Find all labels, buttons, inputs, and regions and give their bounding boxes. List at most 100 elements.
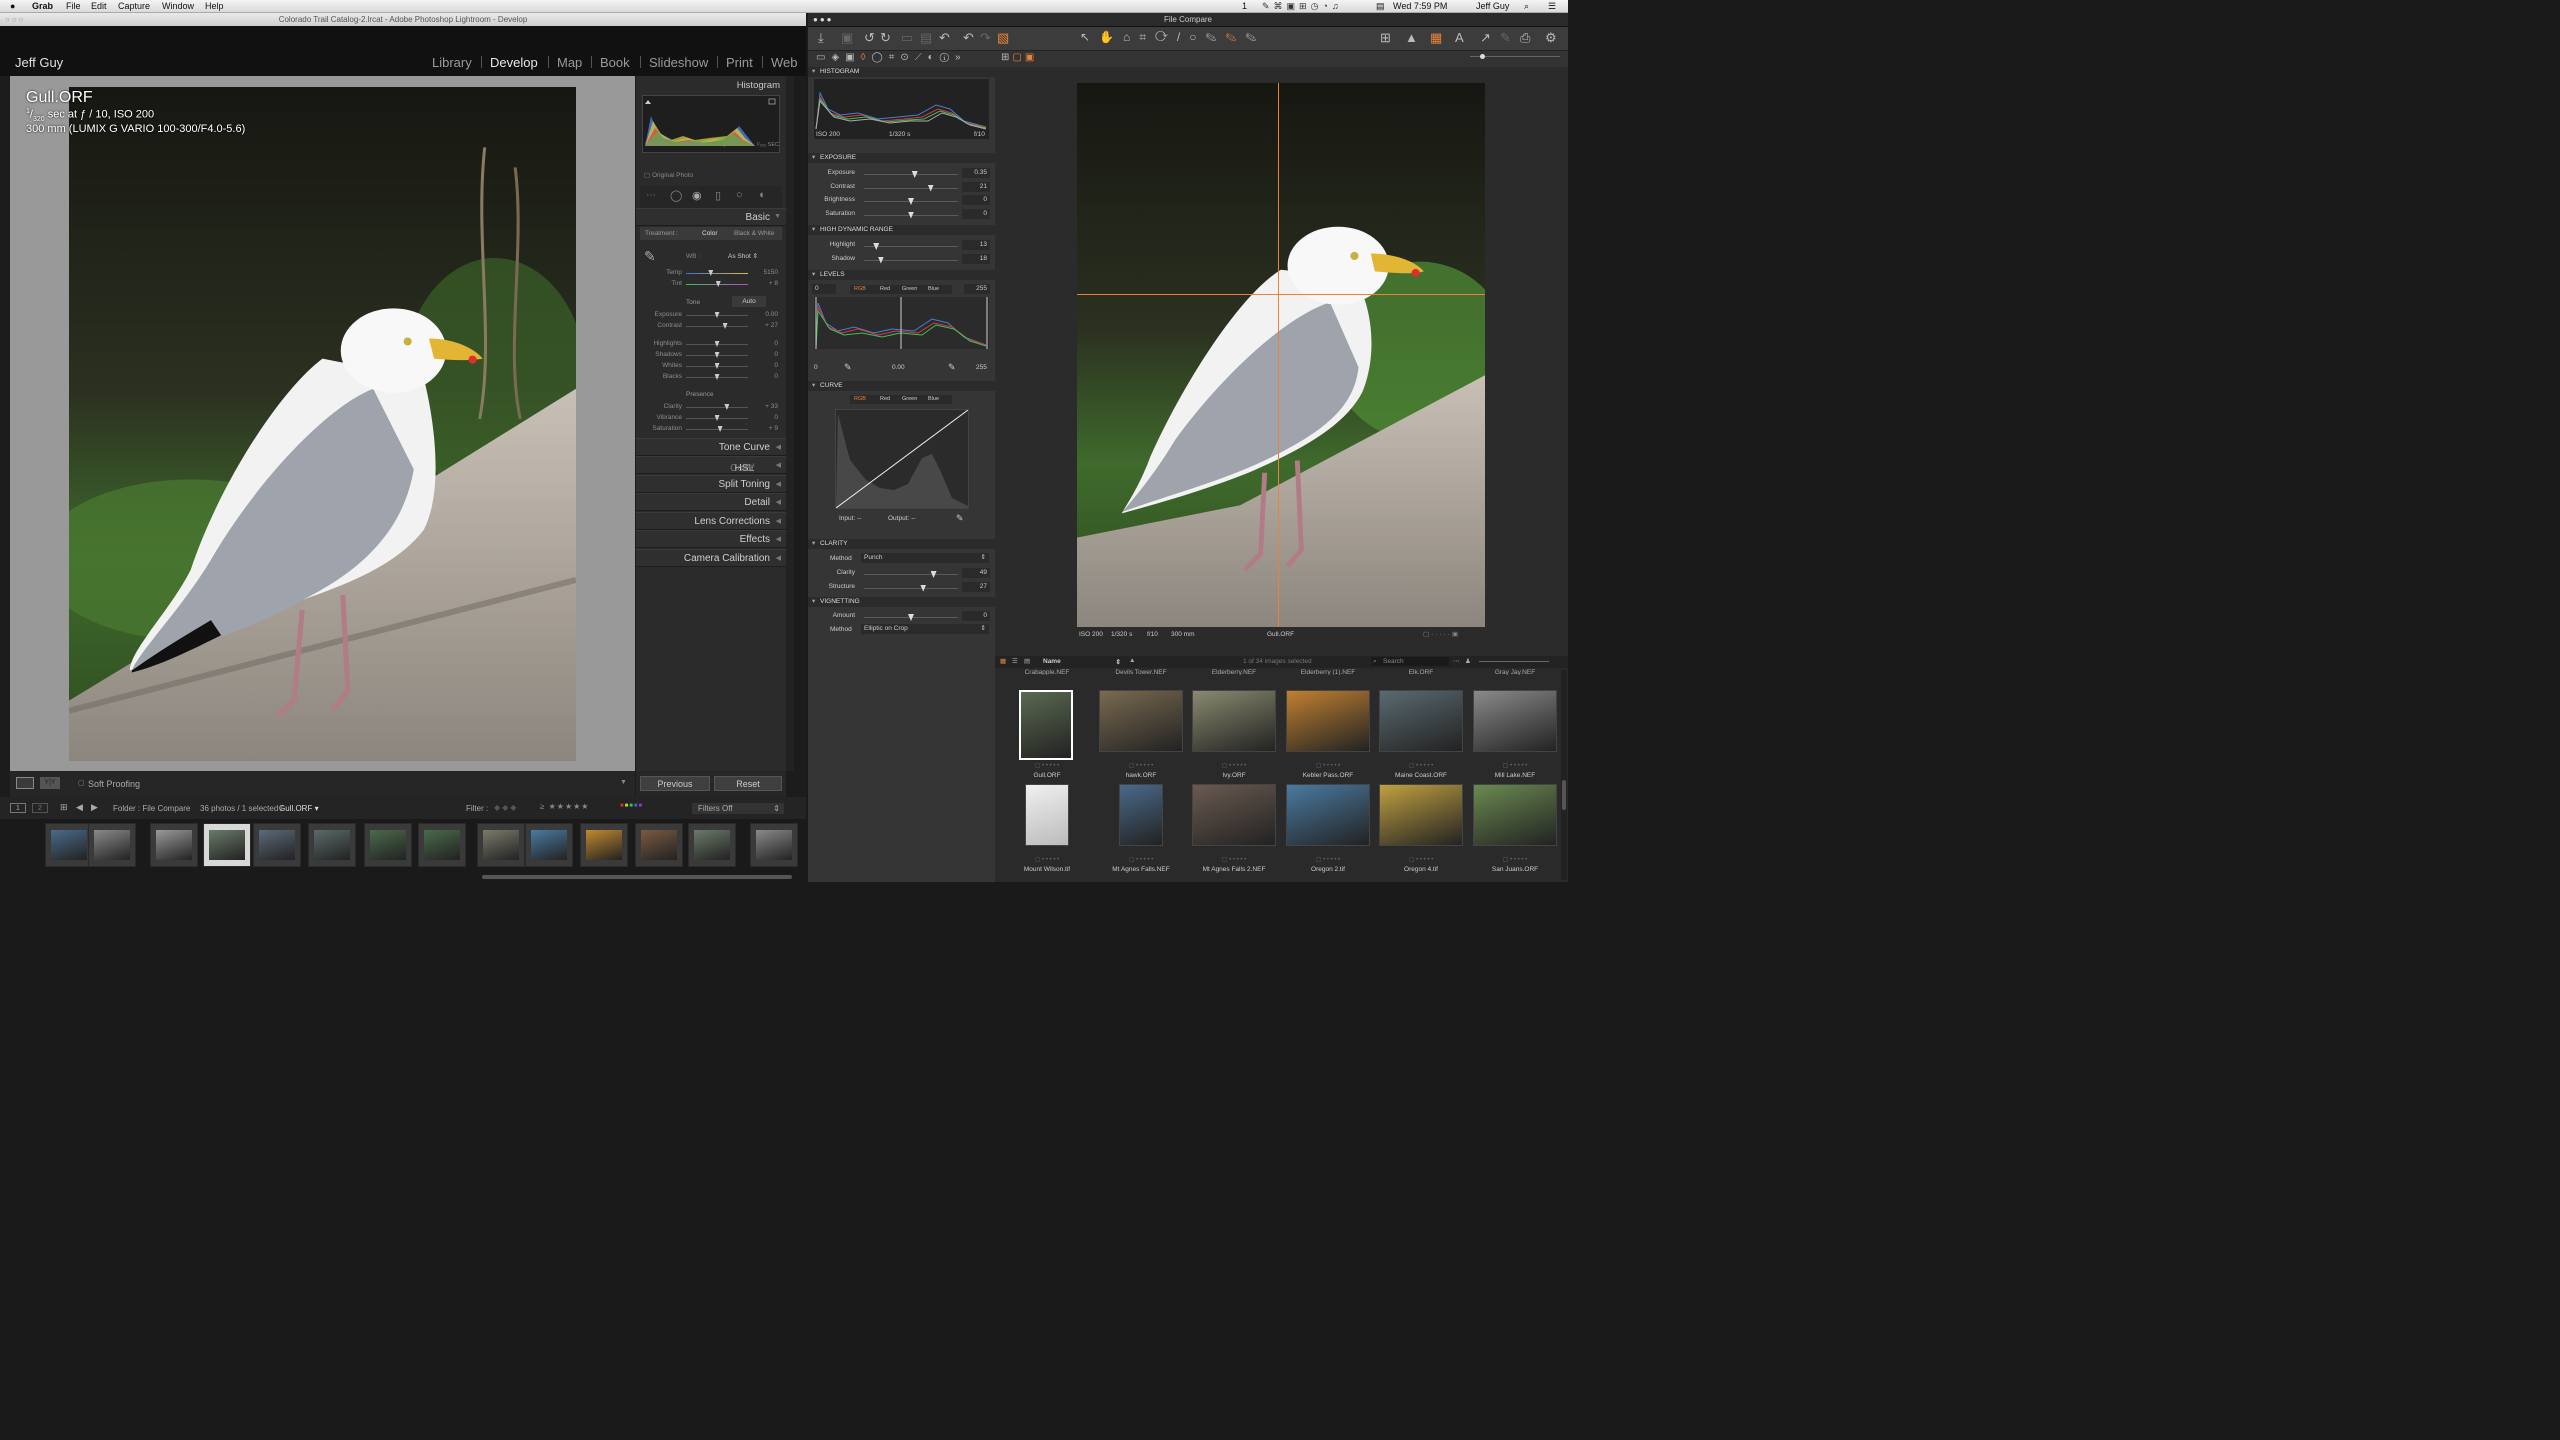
window-controls[interactable]: ●●● <box>813 13 834 27</box>
flag-icon[interactable]: ▤ <box>1376 0 1385 13</box>
filmstrip-thumbnail[interactable] <box>688 823 736 867</box>
browser-thumbnail[interactable]: ▢ • • • • • Mill Lake.NEF <box>1469 690 1561 782</box>
filmstrip-thumbnail[interactable] <box>150 823 198 867</box>
levels-input-low[interactable]: 0 <box>812 284 836 294</box>
filmstrip-thumbnail[interactable] <box>525 823 573 867</box>
browser-thumbnail[interactable]: ▢ • • • • • Ivy.ORF <box>1188 690 1280 782</box>
wb-dropdown[interactable]: As Shot ⇕ <box>728 252 758 260</box>
basic-panel-header[interactable]: Basic ▼ <box>636 208 786 226</box>
status-icons[interactable]: ✎⌘▣⊞◷◔♫ <box>1262 0 1343 13</box>
black-picker-icon[interactable]: ✎ <box>844 362 852 373</box>
co-structure-slider[interactable]: Structure 27 <box>808 581 995 593</box>
levels-midpoint[interactable]: 0.00 <box>892 364 905 371</box>
filmstrip-thumbnail[interactable] <box>45 823 93 867</box>
browser-thumbnail[interactable]: ▢ • • • • • San Juans.ORF <box>1469 784 1561 876</box>
original-photo-toggle[interactable]: ▢ Original Photo <box>644 171 693 179</box>
module-print[interactable]: Print <box>726 55 753 70</box>
red-eye-icon[interactable]: ◉ <box>692 189 702 202</box>
filmstrip-thumbnail[interactable] <box>308 823 356 867</box>
tone-curve-panel[interactable]: Tone Curve ◀ <box>636 438 786 456</box>
export-icon[interactable]: ↗ <box>1480 30 1491 46</box>
exposure-slider[interactable]: Exposure 0.00 <box>636 310 786 321</box>
clarity-header[interactable]: CLARITY <box>808 539 995 549</box>
auto-tone-button[interactable]: Auto <box>732 296 766 307</box>
text-icon[interactable]: A <box>1455 30 1464 45</box>
layout-icon[interactable]: ⊞ <box>1380 30 1391 46</box>
menu-help[interactable]: Help <box>205 0 224 13</box>
grid-view-icon[interactable]: ⊞ <box>60 802 68 813</box>
notification-icon[interactable]: ☰ <box>1548 0 1556 13</box>
browser-thumbnail[interactable]: ▢ • • • • • Mt Agnes Falls.NEF <box>1095 784 1187 876</box>
lens-corrections-panel[interactable]: Lens Corrections ◀ <box>636 512 786 530</box>
sort-direction-icon[interactable]: ▲ <box>1129 657 1135 664</box>
vignetting-amount-slider[interactable]: Amount 0 <box>808 610 995 622</box>
filmstrip-thumbnail[interactable] <box>580 823 628 867</box>
menubar-clock[interactable]: Wed 7:59 PM <box>1393 0 1447 13</box>
saturation-slider[interactable]: Saturation + 9 <box>636 424 786 435</box>
temp-slider[interactable]: Temp 5150 <box>636 268 786 279</box>
soft-proofing-checkbox[interactable]: ▢ <box>78 779 85 787</box>
thumbnail-rating[interactable]: ▢ • • • • • <box>1375 856 1467 863</box>
browser-thumbnail[interactable]: ▢ • • • • • Gull.ORF <box>1001 690 1093 782</box>
co-exposure-slider[interactable]: Exposure 0.35 <box>808 167 995 179</box>
selected-file[interactable]: Gull.ORF ▾ <box>279 804 319 813</box>
browser-options-icon[interactable]: ⋯ <box>1453 657 1460 665</box>
treatment-color[interactable]: Color <box>702 230 718 237</box>
page-2-button[interactable]: 2 <box>32 803 48 813</box>
page-1-button[interactable]: 1 <box>10 803 26 813</box>
levels-channel-tabs[interactable]: RGB Red Green Blue <box>850 285 952 294</box>
levels-histogram[interactable] <box>814 297 989 349</box>
co-saturation-slider[interactable]: Saturation 0 <box>808 208 995 220</box>
thumbnail-rating[interactable]: ▢ • • • • • <box>1469 856 1561 863</box>
menu-file[interactable]: File <box>66 0 81 13</box>
print-icon[interactable]: ⎙ <box>1520 30 1530 46</box>
browser-list-icon[interactable]: ☰ <box>1012 657 1018 665</box>
detail-panel[interactable]: Detail ◀ <box>636 493 786 511</box>
reset-button[interactable]: Reset <box>714 776 782 791</box>
thumbnail-rating[interactable]: ▢ • • • • • <box>1188 762 1280 769</box>
rotate-left-icon[interactable]: ↺ <box>864 30 875 46</box>
rating-filter[interactable]: ≥ ★★★★★ <box>540 802 589 811</box>
wb-selector-icon[interactable]: ✎ <box>644 248 656 265</box>
browser-search[interactable]: ⌕ Search <box>1371 657 1449 666</box>
thumbnail-rating[interactable]: ▢ • • • • • <box>1282 762 1374 769</box>
browser-thumbnail[interactable]: ▢ • • • • • Mt Agnes Falls 2.NEF <box>1188 784 1280 876</box>
clarity-slider[interactable]: Clarity + 33 <box>636 402 786 413</box>
edit-icon[interactable]: ✎ <box>1500 30 1511 46</box>
import-icon[interactable]: ⤓ <box>818 30 824 46</box>
effects-panel[interactable]: Effects ◀ <box>636 530 786 548</box>
gull-photo-viewer[interactable] <box>1077 83 1485 627</box>
radial-filter-icon[interactable]: ○ <box>736 189 743 201</box>
thumbnail-rating[interactable]: ▢ • • • • • <box>1469 762 1561 769</box>
browser-size-slider[interactable] <box>1479 661 1549 662</box>
vignetting-header[interactable]: VIGNETTING <box>808 597 995 607</box>
thumbnail-rating[interactable]: ▢ • • • • • <box>1375 762 1467 769</box>
co-shadow-slider[interactable]: Shadow 18 <box>808 253 995 265</box>
thumbnail-rating[interactable]: ▢ • • • • • <box>1001 856 1093 863</box>
treatment-bw[interactable]: Black & White <box>734 230 774 237</box>
filmstrip-thumbnail[interactable] <box>750 823 798 867</box>
folder-source[interactable]: Folder : File Compare <box>113 804 190 813</box>
thumbnail-rating[interactable]: ▢ • • • • • <box>1001 762 1093 769</box>
tool-tab-icons[interactable]: ▭◈▣◊◯⌗⊙⟋◐ⓘ» <box>816 52 967 63</box>
sort-dropdown[interactable]: Name ⇕ <box>1043 658 1121 666</box>
input-menu-extra[interactable]: 1 <box>1242 0 1247 13</box>
contrast-slider[interactable]: Contrast + 27 <box>636 321 786 332</box>
module-library[interactable]: Library <box>432 55 472 70</box>
levels-output-low[interactable]: 0 <box>814 364 818 371</box>
tint-slider[interactable]: Tint + 8 <box>636 279 786 290</box>
graduated-filter-icon[interactable]: ▯ <box>715 189 721 202</box>
thumbnail-rating[interactable]: ▢ • • • • • <box>1095 856 1187 863</box>
curve-picker-icon[interactable]: ✎ <box>956 513 964 524</box>
trash-icon[interactable]: ▤ <box>920 30 932 46</box>
menu-window[interactable]: Window <box>162 0 194 13</box>
browser-thumbnail[interactable]: ▢ • • • • • Oregon 4.tif <box>1375 784 1467 876</box>
filmstrip-thumbnail[interactable] <box>635 823 683 867</box>
before-after-icon[interactable]: Y|Y <box>40 777 60 789</box>
grid-icon[interactable]: ▦ <box>1430 30 1442 46</box>
flag-filters[interactable]: ◆◆◆ <box>494 803 518 812</box>
loupe-view-icon[interactable] <box>16 777 34 789</box>
viewer-rating[interactable]: ▢·····▣ <box>1423 630 1460 638</box>
vibrance-slider[interactable]: Vibrance 0 <box>636 413 786 424</box>
curve-channel-tabs[interactable]: RGB Red Green Blue <box>850 395 952 404</box>
